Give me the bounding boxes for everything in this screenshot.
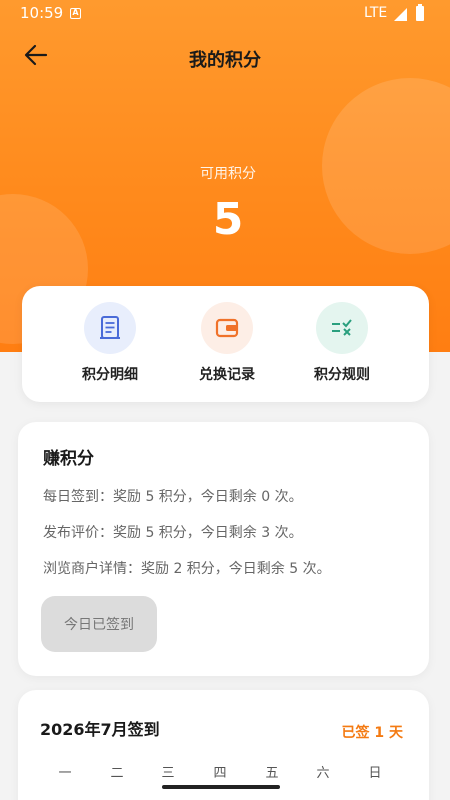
earn-rule-browse: 浏览商户详情：奖励 2 积分，今日剩余 5 次。 xyxy=(43,561,331,577)
points-detail-icon-circle xyxy=(84,302,136,354)
exchange-record-button[interactable]: 兑换记录 xyxy=(165,286,285,402)
exchange-record-label: 兑换记录 xyxy=(199,367,255,383)
weekday-label: 一 xyxy=(58,766,72,781)
earn-points-title: 赚积分 xyxy=(43,449,94,469)
weekday-label: 日 xyxy=(368,766,382,781)
weekday-label: 六 xyxy=(316,766,330,781)
page-title: 我的积分 xyxy=(189,50,261,71)
points-detail-button[interactable]: 积分明细 xyxy=(22,286,142,402)
points-value: 5 xyxy=(212,194,244,245)
points-label: 可用积分 xyxy=(200,166,256,182)
checkin-button[interactable]: 今日已签到 xyxy=(41,596,157,652)
wallet-icon xyxy=(215,318,239,338)
weekday-label: 三 xyxy=(161,766,175,781)
signal-icon xyxy=(394,8,407,21)
points-rules-icon-circle xyxy=(316,302,368,354)
weekday-label: 二 xyxy=(110,766,124,781)
battery-icon xyxy=(416,4,424,21)
points-actions-card: 积分明细 兑换记录 积分规则 xyxy=(22,286,429,402)
rules-check-icon xyxy=(332,319,352,336)
signed-days-count: 已签 1 天 xyxy=(341,725,404,741)
earn-rule-checkin: 每日签到：奖励 5 积分，今日剩余 0 次。 xyxy=(43,489,303,505)
points-rules-label: 积分规则 xyxy=(314,367,370,383)
network-label: LTE xyxy=(364,5,388,21)
checkin-calendar-card: 2026年7月签到 已签 1 天 一 二 三 四 五 六 日 xyxy=(18,690,429,800)
weekday-label: 四 xyxy=(213,766,227,781)
status-bar: 10:59 A LTE xyxy=(0,0,450,28)
home-indicator xyxy=(162,785,280,789)
points-detail-label: 积分明细 xyxy=(82,367,138,383)
points-rules-button[interactable]: 积分规则 xyxy=(285,286,405,402)
exchange-record-icon-circle xyxy=(201,302,253,354)
earn-points-card: 赚积分 每日签到：奖励 5 积分，今日剩余 0 次。 发布评价：奖励 5 积分，… xyxy=(18,422,429,676)
earn-rule-review: 发布评价：奖励 5 积分，今日剩余 3 次。 xyxy=(43,525,303,541)
status-time: 10:59 xyxy=(20,4,64,22)
calendar-title: 2026年7月签到 xyxy=(40,720,160,739)
notification-icon: A xyxy=(70,8,81,19)
weekday-label: 五 xyxy=(265,766,279,781)
receipt-icon xyxy=(100,316,120,339)
